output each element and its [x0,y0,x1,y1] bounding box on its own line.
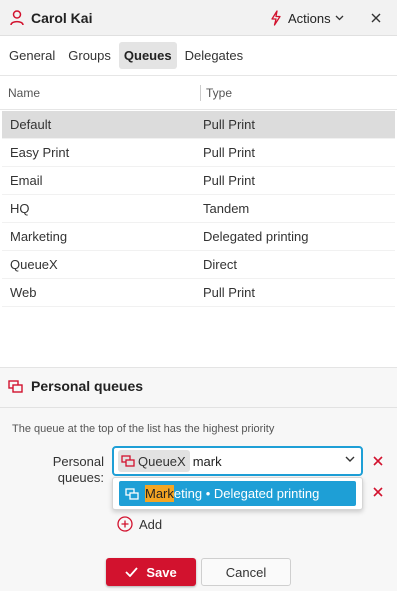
cancel-button[interactable]: Cancel [201,558,291,586]
dropdown-option-marketing[interactable]: Mark eting • Delegated printing [119,481,356,506]
personal-queues-label: Personal queues: [52,454,104,485]
divider [0,407,397,408]
tab-groups[interactable]: Groups [63,42,116,69]
tab-queues[interactable]: Queues [118,42,177,69]
page-title: Carol Kai [31,9,93,26]
priority-hint: The queue at the top of the list has the… [12,423,275,435]
chip-label: QueueX [138,453,186,469]
queue-icon [125,487,139,500]
tab-delegates[interactable]: Delegates [180,42,249,69]
table-row[interactable]: HQ Tandem [2,195,395,223]
personal-queue-select[interactable]: QueueX mark [112,446,363,476]
column-header-name[interactable]: Name [0,86,200,100]
tab-bar: General Groups Queues Delegates [0,36,397,76]
save-button[interactable]: Save [106,558,196,586]
table-row[interactable]: QueueX Direct [2,251,395,279]
queue-icon [121,455,135,467]
user-icon [10,9,24,25]
lightning-icon [271,10,281,26]
column-divider [200,84,201,101]
remove-icon[interactable] [372,455,384,467]
row-name: Default [10,117,52,132]
table-row[interactable]: Web Pull Print [2,279,395,307]
row-type: Delegated printing [203,229,309,244]
personal-queues-heading: Personal queues [8,378,143,394]
table-row[interactable]: Marketing Delegated printing [2,223,395,251]
table-row[interactable]: Easy Print Pull Print [2,139,395,167]
section-title: Personal queues [31,378,144,394]
queue-icon [8,379,23,393]
row-name: Web [10,285,37,300]
check-icon [125,567,138,577]
add-queue-button[interactable]: Add [117,516,162,532]
save-label: Save [146,564,177,580]
actions-label: Actions [288,10,331,26]
row-type: Pull Print [203,145,256,160]
add-label: Add [139,516,163,532]
match-highlight: Mark [145,485,174,502]
row-name: Marketing [10,229,68,244]
row-type: Direct [203,257,237,272]
table-header: Name Type [0,76,397,110]
plus-circle-icon [117,516,133,532]
tab-general[interactable]: General [4,42,60,69]
panel-header: Carol Kai Actions [0,0,397,36]
row-name: HQ [10,201,30,216]
personal-queues-section: Personal queues The queue at the top of … [0,367,397,591]
row-name: QueueX [10,257,58,272]
actions-menu-button[interactable]: Actions [270,0,344,36]
close-icon[interactable] [368,10,384,26]
queue-table: Default Pull Print Easy Print Pull Print… [0,110,397,307]
chevron-down-icon[interactable] [345,456,355,463]
row-name: Email [10,173,43,188]
row-type: Pull Print [203,117,256,132]
queue-dropdown: Mark eting • Delegated printing [112,477,363,510]
option-label: eting • Delegated printing [173,486,320,501]
table-row[interactable]: Email Pull Print [2,167,395,195]
table-row[interactable]: Default Pull Print [2,111,395,139]
remove-icon[interactable] [372,486,384,498]
row-type: Tandem [203,201,250,216]
row-type: Pull Print [203,285,256,300]
row-type: Pull Print [203,173,256,188]
row-name: Easy Print [10,145,70,160]
chevron-down-icon [335,15,344,21]
queue-search-input[interactable]: mark [193,454,222,469]
column-header-type[interactable]: Type [206,86,232,100]
cancel-label: Cancel [225,564,267,580]
selected-queue-chip[interactable]: QueueX [118,450,190,472]
